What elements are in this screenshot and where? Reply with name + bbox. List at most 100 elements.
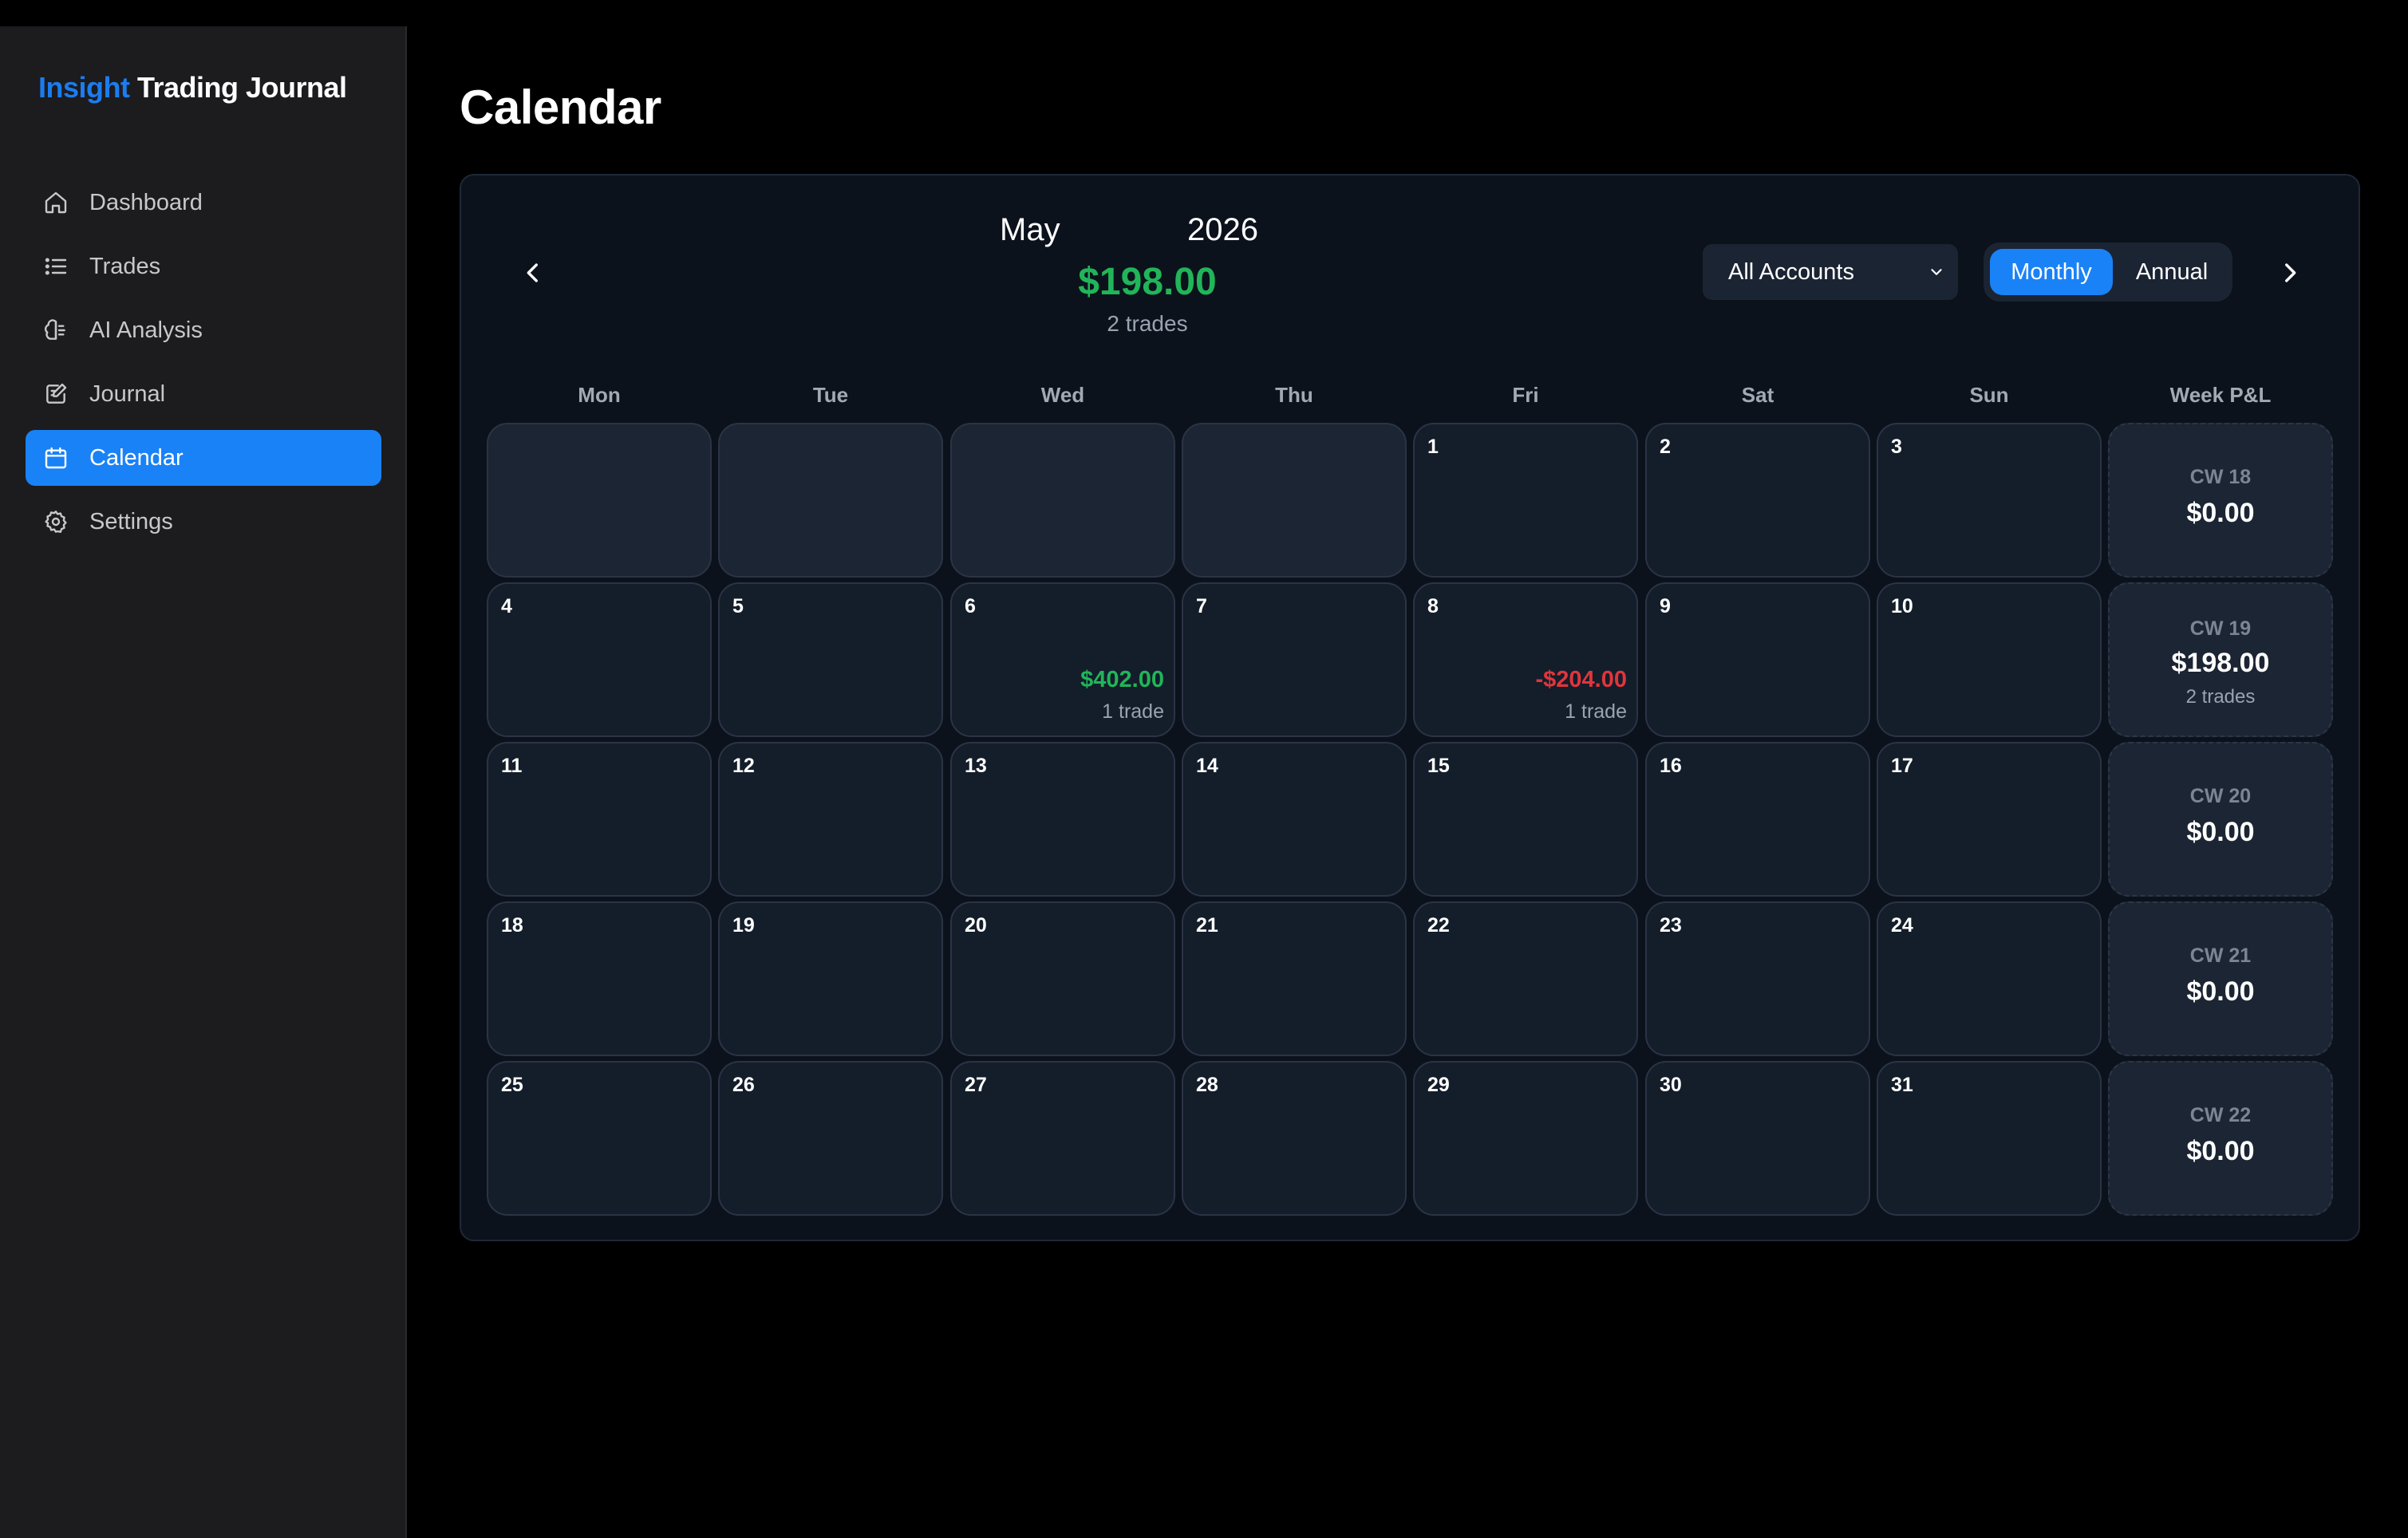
sidebar-item-calendar[interactable]: Calendar [26, 430, 381, 486]
day-number: 14 [1196, 755, 1218, 777]
week-summary-cell: CW 20 $0.00 [2108, 742, 2333, 897]
calendar-day-cell[interactable]: 20 [950, 901, 1175, 1056]
account-select-value: All Accounts [1728, 258, 1854, 285]
calendar-day-cell[interactable]: 21 [1182, 901, 1407, 1056]
week-pnl: $198.00 [2171, 648, 2270, 678]
week-label: CW 18 [2189, 466, 2252, 488]
day-header-fri: Fri [1512, 383, 1539, 407]
sidebar-item-label: Trades [89, 253, 161, 279]
calendar-day-cell[interactable]: 8 -$204.00 1 trade [1413, 582, 1638, 737]
day-number: 26 [732, 1074, 755, 1096]
day-header-wed: Wed [1040, 383, 1085, 407]
calendar-day-cell[interactable]: 17 [1877, 742, 2102, 897]
day-number: 18 [501, 914, 523, 937]
month-trade-count: 2 trades [1107, 311, 1188, 336]
calendar-day-empty [718, 423, 943, 578]
account-select[interactable]: All Accounts [1703, 244, 1958, 300]
day-number: 23 [1660, 914, 1682, 937]
calendar-day-cell[interactable]: 22 [1413, 901, 1638, 1056]
week-pnl: $0.00 [2186, 498, 2255, 528]
day-header-sat: Sat [1741, 383, 1774, 407]
sidebar-item-trades[interactable]: Trades [26, 239, 381, 294]
monthly-toggle-button[interactable]: Monthly [1990, 249, 2113, 295]
edit-icon [46, 383, 67, 404]
calendar-day-cell[interactable]: 23 [1645, 901, 1870, 1056]
chevron-left-icon [527, 263, 538, 282]
calendar-day-cell[interactable]: 12 [718, 742, 943, 897]
home-icon [45, 191, 67, 214]
day-number: 5 [732, 595, 744, 617]
previous-month-button[interactable] [514, 254, 552, 292]
calendar-day-cell[interactable]: 11 [487, 742, 712, 897]
day-number: 6 [965, 595, 976, 617]
calendar-day-cell[interactable]: 5 [718, 582, 943, 737]
calendar-day-cell[interactable]: 6 $402.00 1 trade [950, 582, 1175, 737]
day-trade-count: 1 trade [1102, 700, 1164, 723]
calendar-day-cell[interactable]: 18 [487, 901, 712, 1056]
page-title: Calendar [460, 81, 661, 134]
day-number: 22 [1427, 914, 1450, 937]
day-number: 3 [1891, 436, 1902, 458]
week-label: CW 19 [2189, 617, 2252, 640]
calendar-day-cell[interactable]: 30 [1645, 1061, 1870, 1216]
sidebar-item-label: Calendar [89, 444, 184, 471]
calendar-day-cell[interactable]: 24 [1877, 901, 2102, 1056]
calendar-day-cell[interactable]: 16 [1645, 742, 1870, 897]
calendar-day-cell[interactable]: 7 [1182, 582, 1407, 737]
sidebar-item-journal[interactable]: Journal [26, 366, 381, 422]
day-number: 31 [1891, 1074, 1913, 1096]
calendar-day-cell[interactable]: 10 [1877, 582, 2102, 737]
day-number: 20 [965, 914, 987, 937]
calendar-day-cell[interactable]: 14 [1182, 742, 1407, 897]
calendar-icon [45, 447, 67, 469]
calendar-day-cell[interactable]: 25 [487, 1061, 712, 1216]
day-header-mon: Mon [578, 383, 621, 407]
day-number: 2 [1660, 436, 1671, 458]
sidebar-item-label: AI Analysis [89, 317, 203, 343]
week-label: CW 21 [2189, 944, 2252, 967]
calendar-day-cell[interactable]: 13 [950, 742, 1175, 897]
day-number: 21 [1196, 914, 1218, 937]
week-pnl: $0.00 [2186, 817, 2255, 847]
year-label: 2026 [1187, 212, 1258, 247]
calendar-panel: May 2026 $198.00 2 trades All Accounts M… [460, 174, 2360, 1241]
day-number: 13 [965, 755, 987, 777]
sidebar-item-label: Dashboard [89, 189, 203, 215]
sidebar-item-settings[interactable]: Settings [26, 494, 381, 550]
day-number: 15 [1427, 755, 1450, 777]
calendar-day-cell[interactable]: 29 [1413, 1061, 1638, 1216]
week-label: CW 22 [2189, 1104, 2252, 1126]
brand-logo: Insight Trading Journal [38, 71, 347, 105]
calendar-day-cell[interactable]: 9 [1645, 582, 1870, 737]
day-number: 27 [965, 1074, 987, 1096]
day-number: 17 [1891, 755, 1913, 777]
sidebar-item-dashboard[interactable]: Dashboard [26, 175, 381, 231]
calendar-day-cell[interactable]: 31 [1877, 1061, 2102, 1216]
calendar-day-cell[interactable]: 15 [1413, 742, 1638, 897]
week-summary-cell: CW 19 $198.00 2 trades [2108, 582, 2333, 737]
next-month-button[interactable] [2271, 254, 2309, 292]
annual-toggle-button[interactable]: Annual [2116, 249, 2228, 295]
calendar-day-cell[interactable]: 2 [1645, 423, 1870, 578]
day-trade-count: 1 trade [1565, 700, 1627, 723]
calendar-day-cell[interactable]: 28 [1182, 1061, 1407, 1216]
day-number: 29 [1427, 1074, 1450, 1096]
calendar-day-cell[interactable]: 4 [487, 582, 712, 737]
sidebar-item-ai-analysis[interactable]: AI Analysis [26, 302, 381, 358]
calendar-day-cell[interactable]: 1 [1413, 423, 1638, 578]
calendar-day-cell[interactable]: 27 [950, 1061, 1175, 1216]
calendar-day-cell[interactable]: 19 [718, 901, 943, 1056]
view-toggle: Monthly Annual [1984, 243, 2232, 302]
brand-accent: Insight [38, 71, 130, 104]
sidebar-item-label: Settings [89, 508, 173, 534]
day-number: 24 [1891, 914, 1913, 937]
day-header-sun: Sun [1969, 383, 2009, 407]
calendar-day-empty [487, 423, 712, 578]
day-number: 12 [732, 755, 755, 777]
chevron-down-icon [1931, 269, 1942, 275]
week-summary-cell: CW 22 $0.00 [2108, 1061, 2333, 1216]
day-pnl: -$204.00 [1535, 667, 1628, 692]
calendar-day-cell[interactable]: 26 [718, 1061, 943, 1216]
calendar-day-cell[interactable]: 3 [1877, 423, 2102, 578]
day-number: 9 [1660, 595, 1671, 617]
